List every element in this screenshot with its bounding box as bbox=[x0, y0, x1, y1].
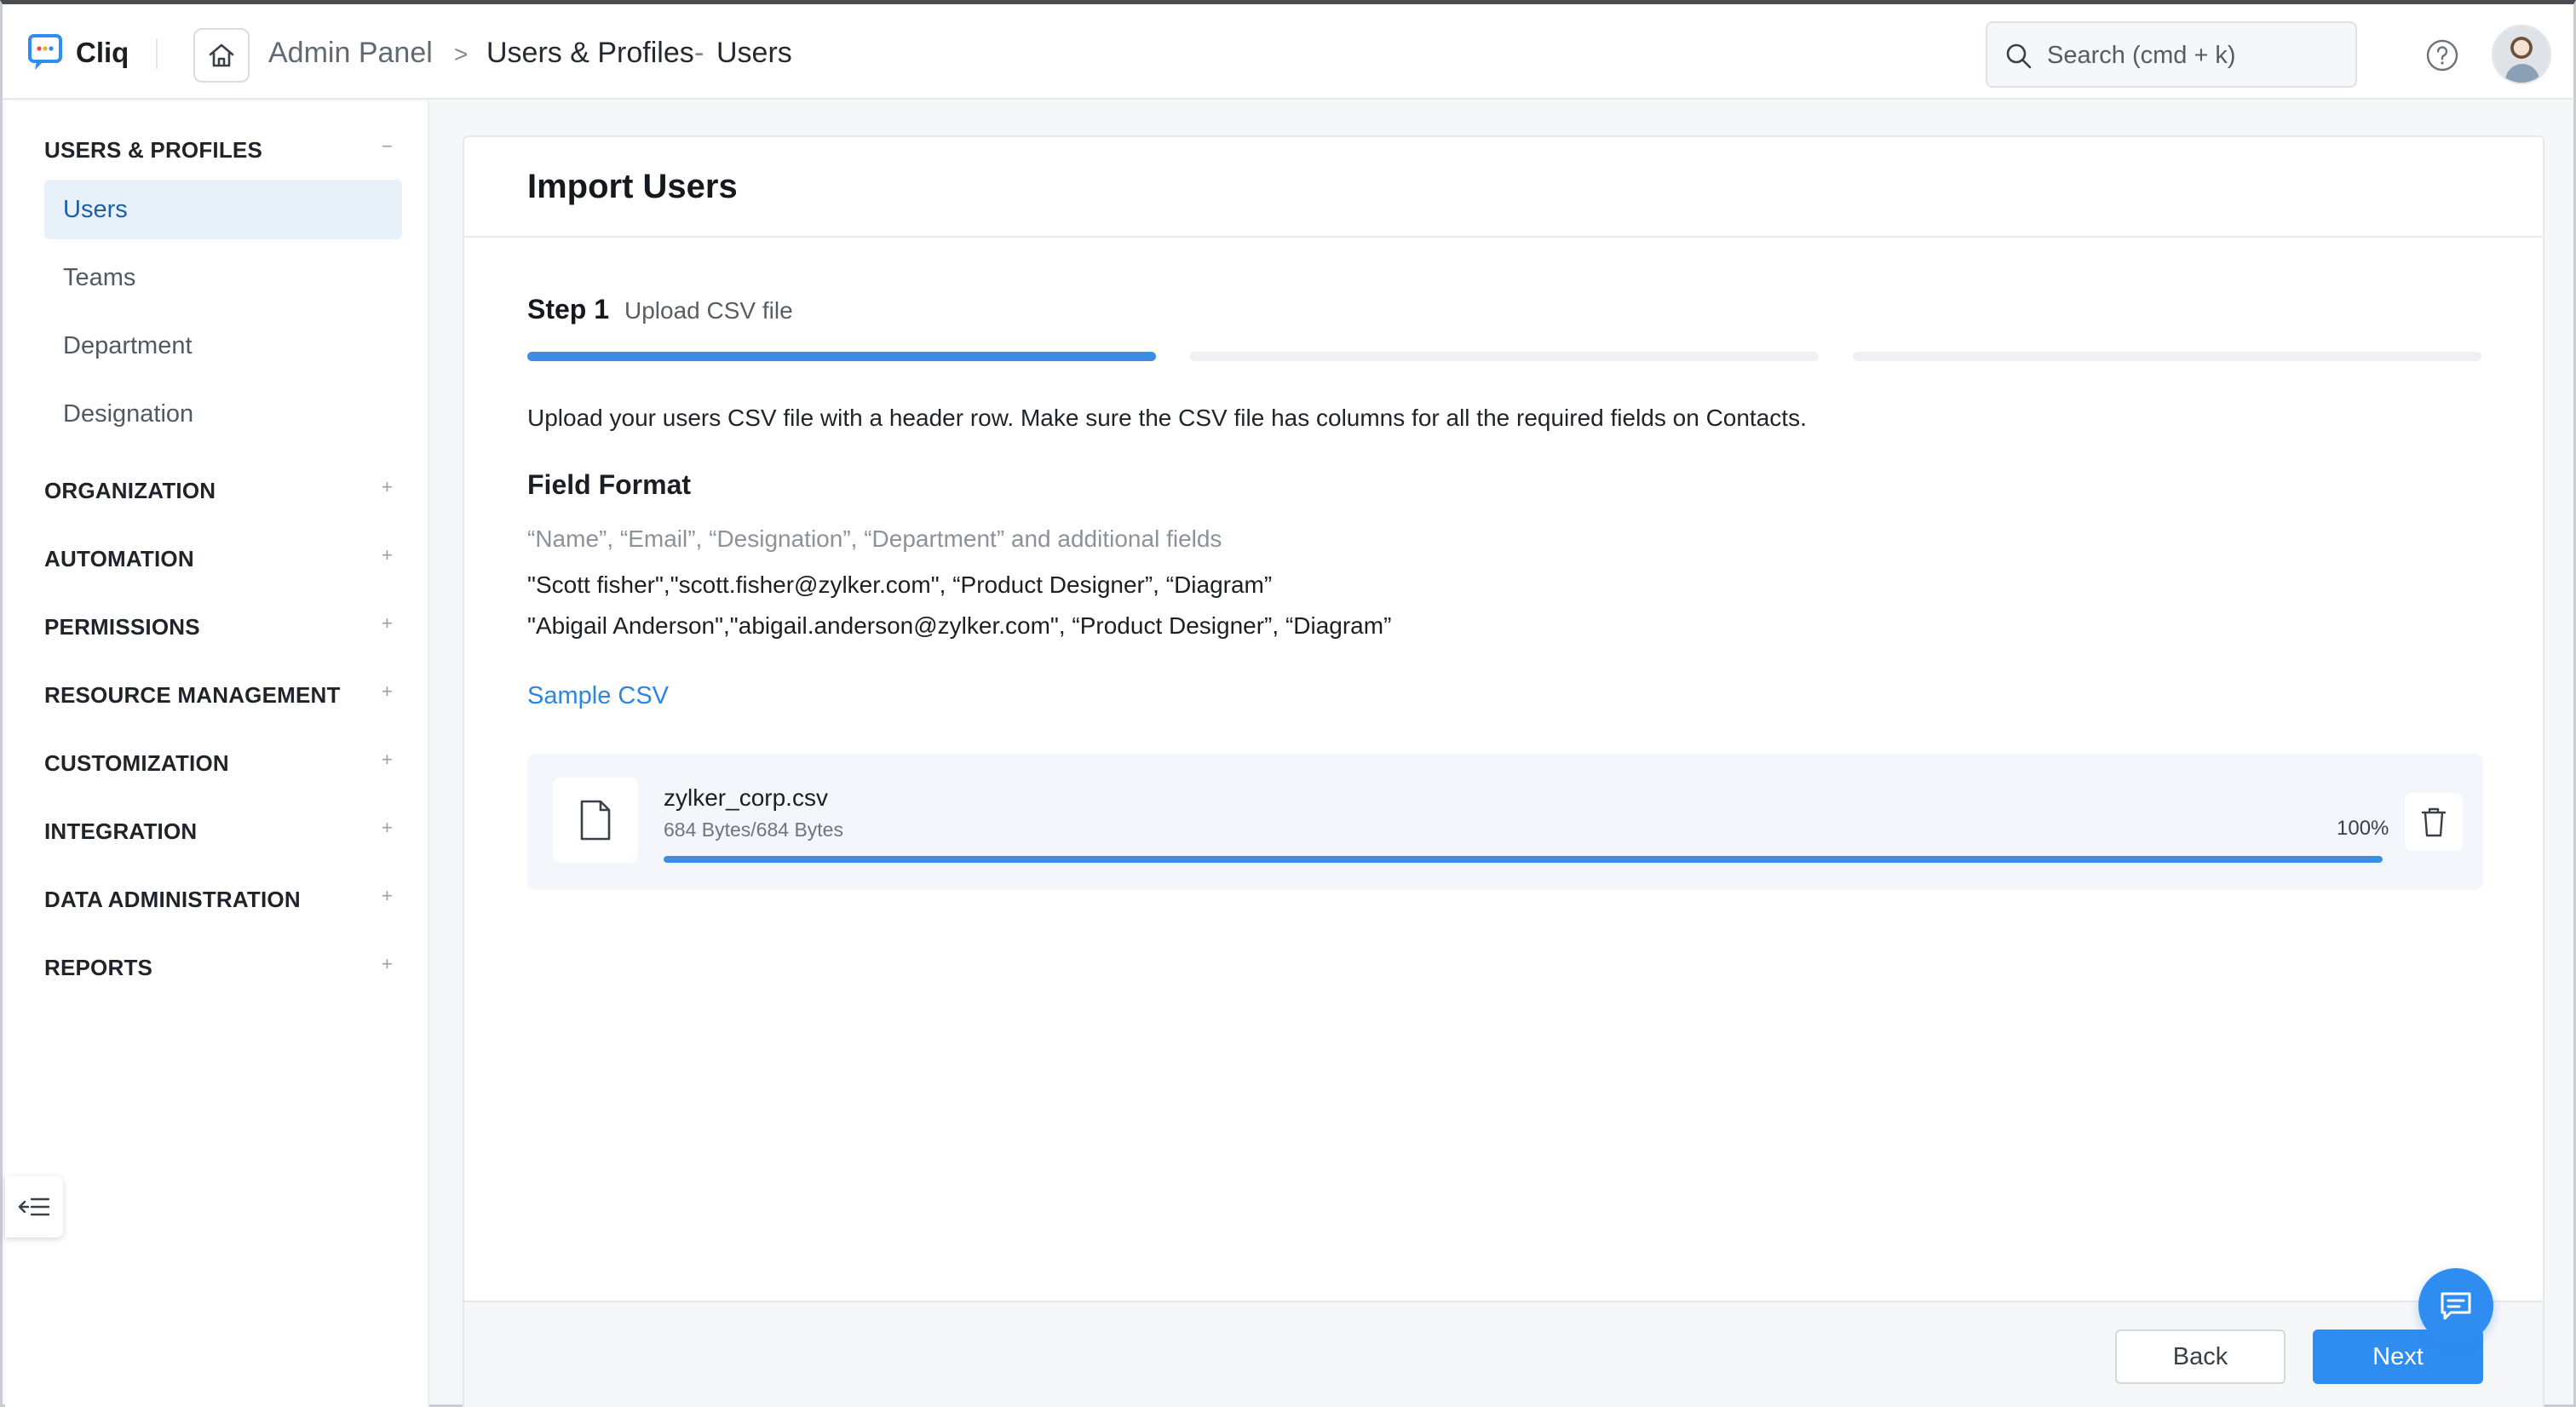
breadcrumb-current-page: Users bbox=[716, 37, 792, 69]
back-button[interactable]: Back bbox=[2115, 1329, 2286, 1384]
sidebar-item-designation[interactable]: Designation bbox=[44, 384, 402, 444]
top-bar: Cliq Admin Panel > Users & Profiles - Us… bbox=[3, 4, 2573, 100]
page-title: Import Users bbox=[527, 168, 738, 205]
uploaded-file-item: zylker_corp.csv 684 Bytes/684 Bytes 100% bbox=[527, 754, 2483, 890]
sidebar-group-integration[interactable]: INTEGRATION bbox=[44, 818, 197, 845]
breadcrumb-dash: - bbox=[694, 37, 704, 69]
sidebar-collapse-button[interactable] bbox=[5, 1176, 63, 1238]
field-format-title: Field Format bbox=[527, 469, 692, 500]
search-icon bbox=[2006, 43, 2032, 69]
breadcrumb-section[interactable]: Users & Profiles bbox=[486, 37, 694, 70]
sidebar-group-customization[interactable]: CUSTOMIZATION bbox=[44, 750, 229, 777]
delete-file-button[interactable] bbox=[2405, 793, 2463, 851]
sidebar-item-department[interactable]: Department bbox=[44, 316, 402, 376]
file-icon bbox=[580, 800, 611, 841]
search-box[interactable] bbox=[1986, 21, 2357, 88]
expand-icon[interactable]: + bbox=[382, 544, 393, 566]
sidebar-group-automation[interactable]: AUTOMATION bbox=[44, 546, 194, 572]
file-thumbnail bbox=[553, 778, 638, 863]
expand-icon[interactable]: + bbox=[382, 476, 393, 498]
sidebar-group-users-profiles[interactable]: USERS & PROFILES bbox=[44, 137, 262, 164]
sidebar-group-organization[interactable]: ORGANIZATION bbox=[44, 478, 216, 504]
expand-icon[interactable]: + bbox=[382, 681, 393, 703]
step-label: Step 1 bbox=[527, 294, 610, 324]
expand-icon[interactable]: + bbox=[382, 749, 393, 771]
file-size: 684 Bytes/684 Bytes bbox=[664, 818, 843, 841]
sidebar-group-data-administration[interactable]: DATA ADMINISTRATION bbox=[44, 887, 301, 913]
collapse-menu-icon bbox=[18, 1197, 50, 1216]
chat-icon bbox=[2441, 1292, 2471, 1320]
chat-button[interactable] bbox=[2418, 1268, 2493, 1343]
breadcrumb-admin-panel[interactable]: Admin Panel bbox=[268, 37, 433, 70]
expand-icon[interactable]: + bbox=[382, 953, 393, 975]
sample-csv-link[interactable]: Sample CSV bbox=[527, 682, 669, 710]
field-format-example-row: "Abigail Anderson","abigail.anderson@zyl… bbox=[527, 612, 1392, 639]
expand-icon[interactable]: + bbox=[382, 612, 393, 635]
title-divider bbox=[464, 236, 2543, 238]
breadcrumb-separator: > bbox=[454, 41, 469, 67]
upload-progress-bar bbox=[664, 856, 2383, 863]
expand-icon[interactable]: + bbox=[382, 885, 393, 907]
sidebar-item-teams[interactable]: Teams bbox=[44, 248, 402, 307]
app-name: Cliq bbox=[76, 37, 129, 68]
collapse-icon[interactable]: − bbox=[382, 135, 393, 158]
upload-instructions: Upload your users CSV file with a header… bbox=[527, 405, 1807, 431]
field-format-header: “Name”, “Email”, “Designation”, “Departm… bbox=[527, 525, 1222, 552]
upload-percentage: 100% bbox=[2337, 817, 2389, 840]
home-button[interactable] bbox=[193, 28, 250, 83]
trash-icon bbox=[2421, 807, 2447, 837]
home-icon bbox=[209, 43, 234, 67]
cliq-logo-icon bbox=[28, 34, 62, 70]
sidebar: USERS & PROFILES − Users Teams Departmen… bbox=[5, 101, 429, 1407]
step-indicator-1 bbox=[527, 352, 1156, 361]
sidebar-group-reports[interactable]: REPORTS bbox=[44, 955, 152, 981]
expand-icon[interactable]: + bbox=[382, 817, 393, 839]
app-window: Cliq Admin Panel > Users & Profiles - Us… bbox=[0, 0, 2576, 1407]
sidebar-item-users[interactable]: Users bbox=[44, 180, 402, 239]
step-indicator-2 bbox=[1190, 352, 1819, 361]
field-format-example-row: "Scott fisher","scott.fisher@zylker.com"… bbox=[527, 571, 1273, 598]
header-divider bbox=[156, 38, 158, 69]
app-logo[interactable]: Cliq bbox=[26, 30, 129, 76]
card-footer: Back Next bbox=[464, 1301, 2543, 1407]
user-avatar[interactable] bbox=[2492, 25, 2551, 84]
upload-progress-fill bbox=[664, 856, 2383, 863]
step-description: Upload CSV file bbox=[624, 297, 793, 324]
sidebar-group-permissions[interactable]: PERMISSIONS bbox=[44, 614, 200, 640]
sidebar-group-resource-management[interactable]: RESOURCE MANAGEMENT bbox=[44, 682, 341, 709]
import-users-card: Import Users Step 1 Upload CSV file Uplo… bbox=[463, 135, 2544, 1407]
search-input[interactable] bbox=[2047, 32, 2345, 79]
step-indicator-3 bbox=[1853, 352, 2481, 361]
help-icon[interactable] bbox=[2425, 38, 2459, 72]
file-name: zylker_corp.csv bbox=[664, 784, 828, 811]
